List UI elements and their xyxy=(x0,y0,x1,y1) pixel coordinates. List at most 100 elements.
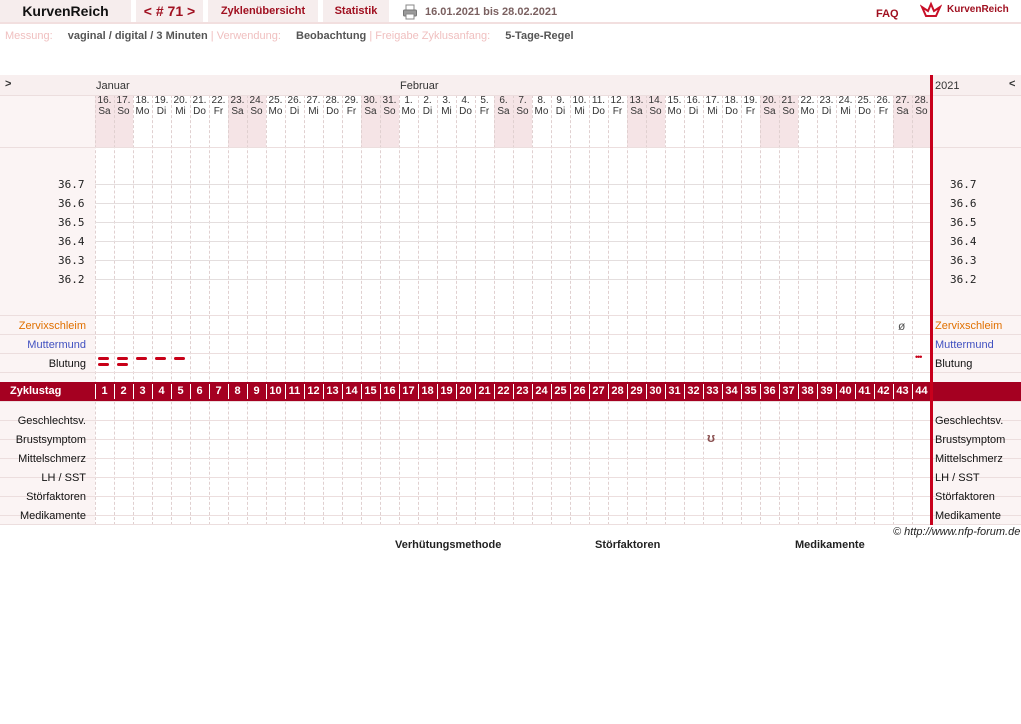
day-date: 23. xyxy=(230,95,245,106)
cycle-day-number: 4 xyxy=(158,385,165,397)
cycle-day-number: 31 xyxy=(668,385,681,397)
cycle-day-number: 32 xyxy=(687,385,700,397)
month-label-jan: Januar xyxy=(96,80,130,92)
day-weekday: Fr xyxy=(346,106,357,117)
day-cell: 18. Do xyxy=(722,95,741,127)
day-date: 27. xyxy=(306,95,321,106)
day-date: 13. xyxy=(629,95,644,106)
grid-vline xyxy=(665,95,666,525)
day-date: 19. xyxy=(743,95,758,106)
day-weekday: Mi xyxy=(441,106,452,117)
grid-vline xyxy=(190,95,191,525)
day-weekday: Do xyxy=(459,106,472,117)
day-cell: 18. Mo xyxy=(133,95,152,127)
day-date: 17. xyxy=(116,95,131,106)
cycle-day-number: 7 xyxy=(215,385,222,397)
day-date: 24. xyxy=(249,95,264,106)
day-weekday: Fr xyxy=(878,106,889,117)
legend-stoerfaktoren: Störfaktoren xyxy=(595,539,661,551)
day-date: 24. xyxy=(838,95,853,106)
faq-link[interactable]: FAQ xyxy=(876,8,899,20)
temp-label-left: 36.7 xyxy=(58,178,85,191)
day-cell: 17. Mi xyxy=(703,95,722,127)
grid-vline xyxy=(456,95,457,525)
cycle-day-number: 43 xyxy=(896,385,909,397)
temp-gridline xyxy=(95,241,931,242)
tab-cycle-overview[interactable]: Zyklenübersicht xyxy=(208,0,318,22)
temp-gridline xyxy=(95,222,931,223)
day-cell: 4. Do xyxy=(456,95,475,127)
grid-vline xyxy=(893,95,894,525)
nav-right-button[interactable]: < xyxy=(1009,78,1015,90)
grid-vline xyxy=(285,95,286,525)
grid-hline xyxy=(0,496,1021,497)
day-date: 20. xyxy=(173,95,188,106)
day-weekday: Mo xyxy=(268,106,283,117)
grid-vline xyxy=(114,95,115,525)
day-cell: 8. Mo xyxy=(532,95,551,127)
day-weekday: Do xyxy=(326,106,339,117)
day-date: 21. xyxy=(781,95,796,106)
bleeding-mark-strong xyxy=(117,357,128,360)
cycle-day-number: 8 xyxy=(234,385,241,397)
crown-logo-icon xyxy=(919,1,943,19)
day-date: 8. xyxy=(537,95,546,106)
cycle-day-number: 1 xyxy=(101,385,108,397)
grid-hline xyxy=(0,334,1021,335)
bleeding-mark-medium xyxy=(136,357,147,360)
day-cell: 28. Do xyxy=(323,95,342,127)
bleeding-mark-strong xyxy=(117,363,128,366)
day-weekday: Sa xyxy=(98,106,111,117)
grid-vline xyxy=(209,95,210,525)
day-cell: 19. Fr xyxy=(741,95,760,127)
grid-vline xyxy=(437,95,438,525)
day-weekday: Di xyxy=(688,106,699,117)
day-date: 4. xyxy=(461,95,470,106)
day-cell: 1. Mo xyxy=(399,95,418,127)
grid-vline xyxy=(836,95,837,525)
day-date: 18. xyxy=(724,95,739,106)
day-weekday: Fr xyxy=(612,106,623,117)
nav-left-button[interactable]: > xyxy=(5,78,11,90)
tab-statistics[interactable]: Statistik xyxy=(323,0,389,22)
grid-vline xyxy=(380,95,381,525)
row-label-bottom: Medikamente xyxy=(19,510,86,522)
day-date: 29. xyxy=(344,95,359,106)
cycle-day-number: 33 xyxy=(706,385,719,397)
cycle-day-number: 34 xyxy=(725,385,738,397)
day-weekday: Di xyxy=(555,106,566,117)
day-cell: 22. Mo xyxy=(798,95,817,127)
release-label: Freigabe Zyklusanfang: xyxy=(375,30,491,42)
day-weekday: Sa xyxy=(630,106,643,117)
day-cell: 12. Fr xyxy=(608,95,627,127)
day-date: 14. xyxy=(648,95,663,106)
temp-label-right: 36.4 xyxy=(950,235,977,248)
grid-vline xyxy=(228,95,229,525)
day-weekday: Do xyxy=(725,106,738,117)
day-date: 21. xyxy=(192,95,207,106)
cycle-nav-button[interactable]: < # 71 > xyxy=(136,0,203,22)
separator: | xyxy=(369,30,373,42)
cycle-day-number: 42 xyxy=(877,385,890,397)
year-label: 2021 xyxy=(935,80,960,92)
cycle-day-number: 23 xyxy=(516,385,529,397)
grid-vline xyxy=(304,95,305,525)
print-icon[interactable] xyxy=(402,4,418,20)
bleeding-mark-medium xyxy=(174,357,185,360)
spotting-mark: ••• xyxy=(915,352,923,362)
day-cell: 13. Sa xyxy=(627,95,646,127)
day-cell: 21. So xyxy=(779,95,798,127)
cycle-day-number: 14 xyxy=(345,385,358,397)
grid-vline xyxy=(589,95,590,525)
grid-vline xyxy=(722,95,723,525)
day-cell: 10. Mi xyxy=(570,95,589,127)
day-date: 17. xyxy=(705,95,720,106)
grid-hline xyxy=(0,147,1021,148)
cycle-day-number: 15 xyxy=(364,385,377,397)
day-cell: 27. Mi xyxy=(304,95,323,127)
day-weekday: Fr xyxy=(479,106,490,117)
grid-vline xyxy=(627,95,628,525)
day-date: 10. xyxy=(572,95,587,106)
cycle-day-bar: Zyklustag 1 2 3 4 5 6 7 8 9 10 11 12 13 14 15 16 17 18 19 2… xyxy=(0,382,1021,401)
day-weekday: Fr xyxy=(213,106,224,117)
